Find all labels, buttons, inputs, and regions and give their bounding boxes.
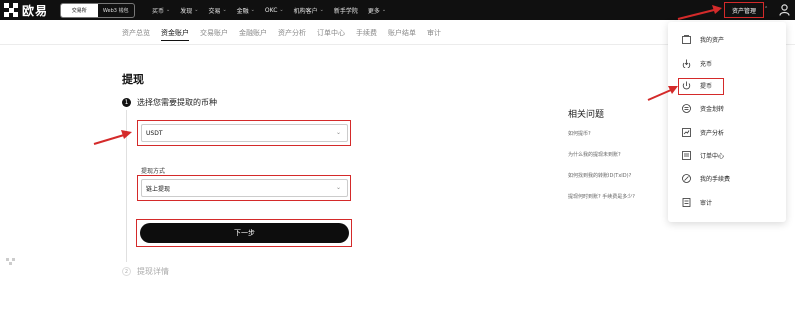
deposit-icon (682, 59, 691, 68)
method-select-value: 链上提现 (146, 185, 171, 193)
corner-dots-icon (6, 258, 15, 265)
logo-icon (4, 3, 18, 17)
nav-item-more[interactable]: 更多 ⌄ (368, 6, 386, 15)
fee-icon (682, 174, 691, 183)
nav-item-institutional[interactable]: 机构客户 ⌄ (294, 6, 324, 15)
tab-asset-analysis[interactable]: 资产分析 (278, 28, 306, 42)
faq-panel: 相关问题 如何提币? 为什么我的提现未到账? 如何找到我的转账ID(TxID)?… (568, 107, 635, 214)
menu-item-transfer[interactable]: 资金划转 (682, 104, 724, 113)
analysis-icon (682, 128, 691, 137)
arrow-to-withdraw-icon (647, 86, 678, 101)
chevron-down-icon: ⌄ (194, 7, 199, 13)
arrow-to-asset-menu-icon (677, 5, 722, 20)
asset-management-dropdown: 我的资产 充币 提币 资金划转 资产分析 订单中心 我的手续费 审计 (668, 22, 786, 222)
menu-item-my-assets[interactable]: 我的资产 (682, 35, 724, 44)
withdraw-method-select[interactable]: 链上提现 ⌄ (141, 179, 348, 197)
transfer-icon (682, 104, 691, 113)
tab-trading-account[interactable]: 交易账户 (200, 28, 228, 42)
tab-fees[interactable]: 手续费 (356, 28, 377, 42)
nav-item-academy[interactable]: 新手学院 (334, 6, 358, 15)
chevron-down-icon: ⌄ (335, 184, 341, 191)
faq-title: 相关问题 (568, 110, 605, 120)
nav-item-finance[interactable]: 金融 ⌄ (237, 6, 255, 15)
chevron-down-icon: ⌄ (381, 7, 387, 13)
wallet-icon (682, 35, 691, 44)
page-title: 提现 (122, 73, 144, 86)
logo-text: 欧易 (22, 3, 49, 18)
chevron-down-icon: ⌄ (279, 7, 284, 13)
faq-link[interactable]: 如何提币? (568, 130, 635, 151)
chevron-up-icon[interactable]: ⌃ (764, 6, 768, 12)
menu-item-deposit[interactable]: 充币 (682, 59, 712, 68)
menu-item-order-center[interactable]: 订单中心 (682, 151, 724, 160)
next-step-button[interactable]: 下一步 (140, 223, 349, 243)
tab-order-center[interactable]: 订单中心 (317, 28, 345, 42)
withdraw-method-label: 提现方式 (141, 168, 166, 175)
menu-item-my-fees[interactable]: 我的手续费 (682, 174, 730, 183)
audit-icon (682, 198, 691, 207)
nav-item-discover[interactable]: 发现 ⌄ (180, 6, 198, 15)
okx-logo[interactable]: 欧易 (4, 2, 48, 18)
nav-item-trade[interactable]: 交易 ⌄ (208, 6, 226, 15)
faq-link[interactable]: 为什么我的提现未到账? (568, 151, 635, 172)
step-1: 1 选择您需要提取的币种 (122, 97, 217, 108)
tab-audit[interactable]: 审计 (427, 28, 441, 42)
tab-funding-account[interactable]: 资金账户 (161, 28, 189, 42)
step-label: 选择您需要提取的币种 (137, 98, 217, 107)
main-nav: 买币 ⌄ 发现 ⌄ 交易 ⌄ 金融 ⌄ OKC ⌄ 机构客户 ⌄ 新手学院 更多 ⌄ (152, 0, 396, 20)
exchange-mode-tab[interactable]: 交易所 (61, 4, 98, 17)
faq-link[interactable]: 如何找到我的转账ID(TxID)? (568, 172, 635, 193)
step-number: 1 (122, 98, 131, 107)
account-subnav: 资产总览 资金账户 交易账户 金融账户 资产分析 订单中心 手续费 账户结单 审… (122, 28, 452, 42)
step-label: 提现详情 (137, 267, 169, 276)
user-icon[interactable] (779, 4, 790, 16)
step-number: 2 (122, 267, 131, 276)
orders-icon (682, 151, 691, 160)
withdraw-menu-highlight (678, 78, 724, 95)
tab-statements[interactable]: 账户结单 (388, 28, 416, 42)
nav-item-buy[interactable]: 买币 ⌄ (152, 6, 170, 15)
mode-toggle[interactable]: 交易所 Web3 钱包 (60, 3, 135, 18)
tab-financial-account[interactable]: 金融账户 (239, 28, 267, 42)
web3-wallet-tab[interactable]: Web3 钱包 (98, 4, 135, 17)
faq-link[interactable]: 提现何时到账? 手续费是多少? (568, 193, 635, 214)
menu-item-audit[interactable]: 审计 (682, 198, 712, 207)
chevron-down-icon: ⌄ (319, 7, 324, 13)
asset-management-highlight (724, 2, 764, 18)
menu-item-asset-analysis[interactable]: 资产分析 (682, 128, 724, 137)
step-2: 2 提现详情 (122, 266, 169, 277)
chevron-down-icon: ⌄ (250, 7, 255, 13)
chevron-down-icon: ⌄ (166, 7, 171, 13)
chevron-down-icon: ⌄ (222, 7, 227, 13)
chevron-down-icon: ⌄ (335, 129, 341, 136)
coin-select[interactable]: USDT ⌄ (141, 124, 348, 142)
tab-asset-overview[interactable]: 资产总览 (122, 28, 150, 42)
arrow-to-coin-select-icon (93, 130, 132, 145)
nav-item-okc[interactable]: OKC ⌄ (265, 7, 284, 14)
coin-select-value: USDT (146, 129, 163, 137)
